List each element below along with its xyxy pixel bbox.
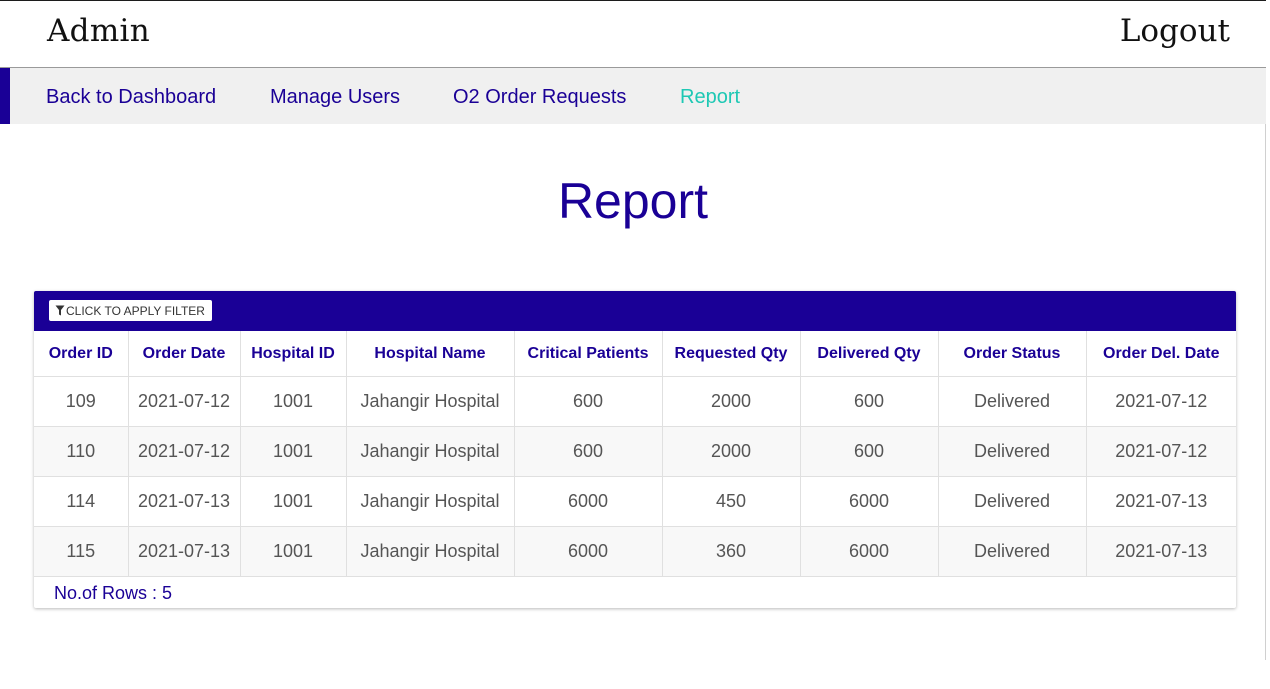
- cell-order-date: 2021-07-13: [128, 526, 241, 577]
- cell-order-id: 114: [34, 476, 129, 527]
- cell-delivered-qty: 6000: [800, 526, 939, 577]
- cell-delivered-qty: 600: [800, 376, 939, 427]
- filter-icon: [55, 305, 65, 316]
- table-row: 109 2021-07-12 1001 Jahangir Hospital 60…: [34, 376, 1236, 427]
- cell-critical-patients: 6000: [514, 476, 663, 527]
- nav-item-manage-users[interactable]: Manage Users: [270, 86, 400, 109]
- cell-requested-qty: 2000: [662, 426, 801, 477]
- logout-link[interactable]: Logout: [1120, 13, 1230, 49]
- cell-order-date: 2021-07-13: [128, 476, 241, 527]
- cell-hospital-name: Jahangir Hospital: [346, 376, 515, 427]
- cell-order-date: 2021-07-12: [128, 426, 241, 477]
- column-header-requested-qty[interactable]: Requested Qty: [662, 331, 801, 377]
- cell-requested-qty: 2000: [662, 376, 801, 427]
- cell-order-date: 2021-07-12: [128, 376, 241, 427]
- cell-order-id: 115: [34, 526, 129, 577]
- column-header-hospital-name[interactable]: Hospital Name: [346, 331, 515, 377]
- cell-critical-patients: 600: [514, 426, 663, 477]
- cell-hospital-name: Jahangir Hospital: [346, 526, 515, 577]
- apply-filter-label: CLICK TO APPLY FILTER: [66, 303, 205, 318]
- table-header-row: Order ID Order Date Hospital ID Hospital…: [34, 331, 1236, 377]
- column-header-order-id[interactable]: Order ID: [34, 331, 129, 377]
- nav-item-back-to-dashboard[interactable]: Back to Dashboard: [46, 86, 216, 109]
- cell-hospital-id: 1001: [240, 526, 347, 577]
- cell-order-del-date: 2021-07-13: [1086, 476, 1236, 527]
- cell-order-del-date: 2021-07-13: [1086, 526, 1236, 577]
- app-title: Admin: [47, 13, 151, 49]
- cell-hospital-id: 1001: [240, 376, 347, 427]
- cell-hospital-name: Jahangir Hospital: [346, 476, 515, 527]
- table-row: 114 2021-07-13 1001 Jahangir Hospital 60…: [34, 476, 1236, 527]
- report-table: Order ID Order Date Hospital ID Hospital…: [34, 331, 1236, 577]
- column-header-order-date[interactable]: Order Date: [128, 331, 241, 377]
- report-card: CLICK TO APPLY FILTER Order ID Order Dat…: [34, 291, 1236, 608]
- cell-order-status: Delivered: [938, 476, 1087, 527]
- cell-requested-qty: 360: [662, 526, 801, 577]
- cell-hospital-id: 1001: [240, 426, 347, 477]
- report-card-header: CLICK TO APPLY FILTER: [34, 291, 1236, 331]
- cell-order-status: Delivered: [938, 426, 1087, 477]
- cell-requested-qty: 450: [662, 476, 801, 527]
- cell-hospital-id: 1001: [240, 476, 347, 527]
- column-header-order-del-date[interactable]: Order Del. Date: [1086, 331, 1236, 377]
- apply-filter-button[interactable]: CLICK TO APPLY FILTER: [49, 300, 212, 321]
- nav-item-o2-order-requests[interactable]: O2 Order Requests: [453, 86, 626, 109]
- table-row: 110 2021-07-12 1001 Jahangir Hospital 60…: [34, 426, 1236, 477]
- nav-item-report[interactable]: Report: [680, 86, 740, 109]
- cell-critical-patients: 600: [514, 376, 663, 427]
- column-header-delivered-qty[interactable]: Delivered Qty: [800, 331, 939, 377]
- cell-order-id: 110: [34, 426, 129, 477]
- cell-order-del-date: 2021-07-12: [1086, 376, 1236, 427]
- cell-delivered-qty: 6000: [800, 476, 939, 527]
- page-title: Report: [557, 173, 709, 229]
- top-bar: Admin Logout: [0, 0, 1266, 68]
- cell-order-id: 109: [34, 376, 129, 427]
- cell-hospital-name: Jahangir Hospital: [346, 426, 515, 477]
- cell-order-del-date: 2021-07-12: [1086, 426, 1236, 477]
- cell-order-status: Delivered: [938, 526, 1087, 577]
- table-row: 115 2021-07-13 1001 Jahangir Hospital 60…: [34, 526, 1236, 577]
- column-header-order-status[interactable]: Order Status: [938, 331, 1087, 377]
- cell-order-status: Delivered: [938, 376, 1087, 427]
- column-header-critical-patients[interactable]: Critical Patients: [514, 331, 663, 377]
- cell-critical-patients: 6000: [514, 526, 663, 577]
- cell-delivered-qty: 600: [800, 426, 939, 477]
- nav-bar: Back to Dashboard Manage Users O2 Order …: [10, 68, 1266, 124]
- column-header-hospital-id[interactable]: Hospital ID: [240, 331, 347, 377]
- rows-count-label: No.of Rows : 5: [54, 583, 173, 603]
